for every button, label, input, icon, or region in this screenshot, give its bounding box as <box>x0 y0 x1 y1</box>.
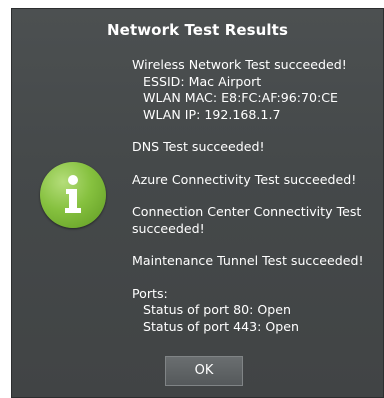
wlan-ip-value: WLAN IP: 192.168.1.7 <box>143 106 281 122</box>
wireless-result: Wireless Network Test succeeded! <box>132 57 347 72</box>
essid-value: ESSID: Mac Airport <box>143 73 262 89</box>
azure-result: Azure Connectivity Test succeeded! <box>132 171 357 187</box>
connection-center-result: Connection Center Connectivity Test succ… <box>132 204 362 236</box>
dns-result: DNS Test succeeded! <box>132 139 265 154</box>
port-80-status: Status of port 80: Open <box>143 302 292 317</box>
wlan-mac-value: WLAN MAC: E8:FC:AF:96:70:CE <box>143 90 338 105</box>
dialog-title: Network Test Results <box>107 21 288 39</box>
ports-header: Ports: <box>132 285 168 301</box>
ok-button[interactable]: OK <box>165 356 243 386</box>
port-443-status: Status of port 443: Open <box>143 318 300 334</box>
network-test-dialog: Network Test Results Wireless Network Te… <box>11 8 384 398</box>
maintenance-result: Maintenance Tunnel Test succeeded! <box>132 253 364 268</box>
results-text: Wireless Network Test succeeded! ESSID: … <box>132 57 384 335</box>
info-icon <box>40 162 106 228</box>
